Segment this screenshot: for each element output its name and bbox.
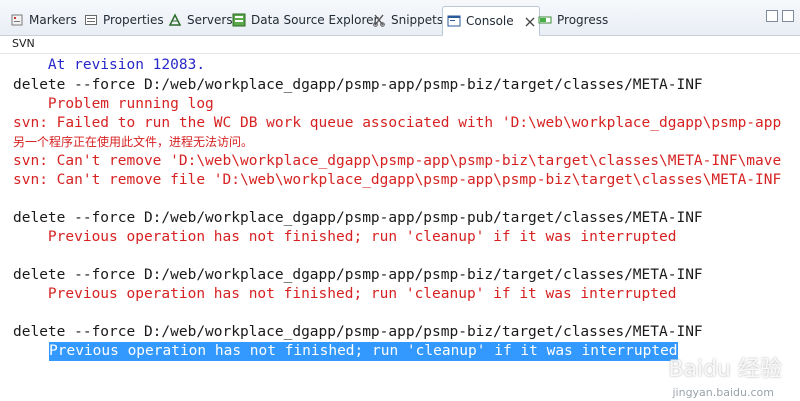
tab-markers[interactable]: Markers (6, 6, 81, 34)
watermark-url: jingyan.baidu.com (672, 386, 774, 399)
console-line: delete --force D:/web/workplace_dgapp/ps… (13, 324, 703, 340)
tab-label: Properties (103, 13, 164, 27)
tab-label: Console (466, 14, 514, 28)
tab-console[interactable]: Console (442, 6, 540, 36)
view-toolbar (766, 10, 794, 22)
watermark-logo: Baidu 经验 (668, 357, 782, 382)
console-line: Problem running log (13, 96, 214, 112)
console-line: svn: Failed to run the WC DB work queue … (13, 115, 782, 131)
tab-label: Progress (557, 13, 609, 27)
tab-servers[interactable]: Servers (164, 6, 237, 34)
markers-icon (10, 13, 24, 27)
console-line: svn: Can't remove 'D:\web\workplace_dgap… (13, 153, 782, 169)
tab-label: Servers (187, 13, 233, 27)
console-line: delete --force D:/web/workplace_dgapp/ps… (13, 77, 703, 93)
console-output[interactable]: At revision 12083. delete --force D:/web… (0, 38, 800, 401)
progress-icon (538, 13, 552, 27)
console-line: delete --force D:/web/workplace_dgapp/ps… (13, 267, 703, 283)
console-line-selected: Previous operation has not finished; run… (49, 342, 678, 361)
maximize-icon[interactable] (782, 10, 794, 22)
console-line: 另一个程序正在使用此文件，进程无法访问。 (13, 135, 254, 149)
snippets-icon (372, 13, 386, 27)
console-line: Previous operation has not finished; run… (13, 229, 677, 245)
console-line: At revision 12083. (13, 57, 206, 73)
view-tab-bar: Markers Properties Servers Data Source E… (0, 0, 800, 36)
console-line: Previous operation has not finished; run… (13, 286, 677, 302)
properties-icon (84, 13, 98, 27)
minimize-icon[interactable] (766, 10, 778, 22)
tab-label: Data Source Explorer (251, 13, 379, 27)
data-source-icon (232, 13, 246, 27)
tab-progress[interactable]: Progress (534, 6, 612, 34)
tab-label: Snippets (391, 13, 444, 27)
tab-label: Markers (29, 13, 77, 27)
console-icon (447, 14, 461, 28)
console-line: svn: Can't remove file 'D:\web\workplace… (13, 172, 782, 188)
tab-properties[interactable]: Properties (80, 6, 168, 34)
tab-snippets[interactable]: Snippets (368, 6, 447, 34)
console-line: delete --force D:/web/workplace_dgapp/ps… (13, 210, 703, 226)
tab-data-source-explorer[interactable]: Data Source Explorer (228, 6, 382, 34)
servers-icon (168, 13, 182, 27)
